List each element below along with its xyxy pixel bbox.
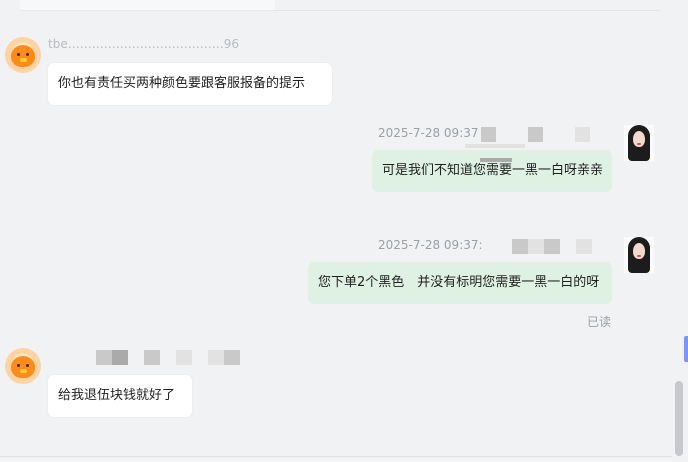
redacted-block [176, 350, 192, 365]
header-divider [275, 10, 660, 11]
message-timestamp: 2025-7-28 09:37: [378, 238, 483, 252]
redacted-block [528, 239, 544, 254]
redacted-block [480, 158, 512, 162]
message-bubble-incoming[interactable]: 你也有责任买两种颜色要跟客服报备的提示 [48, 63, 332, 105]
redacted-block [465, 144, 525, 148]
chat-window: tbe…………………………………96 你也有责任买两种颜色要跟客服报备的提示 2… [0, 0, 688, 462]
redacted-block [208, 350, 224, 365]
redacted-block [96, 350, 112, 365]
sender-meta: tbe…………………………………96 [48, 37, 239, 51]
redacted-block [144, 350, 160, 365]
redacted-block [112, 350, 128, 365]
message-timestamp: 2025-7-28 09:37 [378, 126, 479, 140]
redacted-block [481, 127, 496, 142]
duck-avatar-icon[interactable] [5, 37, 41, 73]
side-panel-tab[interactable] [684, 336, 688, 362]
girl-avatar-icon[interactable] [624, 237, 654, 273]
message-bubble-incoming[interactable]: 给我退伍块钱就好了 [48, 375, 192, 417]
header-strip [20, 0, 275, 11]
redacted-block [575, 127, 590, 142]
message-bubble-outgoing[interactable]: 可是我们不知道您需要一黑一白呀亲亲 [372, 150, 612, 192]
redacted-block [512, 239, 528, 254]
redacted-block [224, 350, 240, 365]
message-bubble-outgoing[interactable]: 您下单2个黑色 并没有标明您需要一黑一白的呀 [308, 262, 612, 304]
redacted-block [528, 127, 543, 142]
scrollbar-thumb[interactable] [675, 381, 683, 456]
read-status: 已读 [587, 315, 612, 329]
girl-avatar-icon[interactable] [624, 125, 654, 161]
redacted-block [576, 239, 592, 254]
duck-avatar-icon[interactable] [5, 348, 41, 384]
composer-divider [0, 456, 672, 457]
redacted-block [544, 239, 560, 254]
